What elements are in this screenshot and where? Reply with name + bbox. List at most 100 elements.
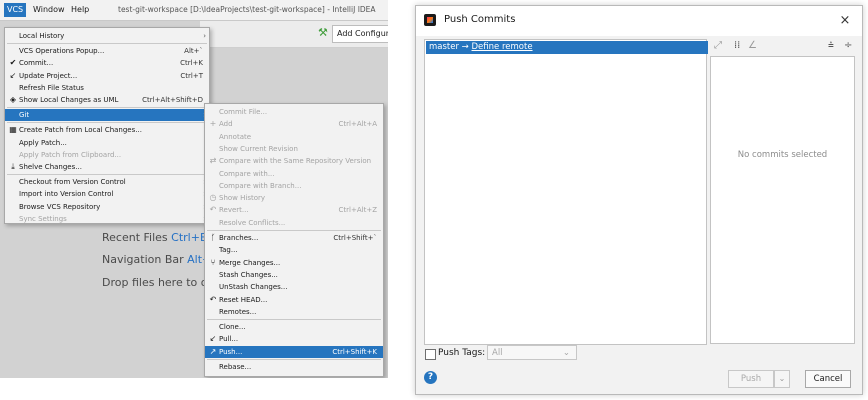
- vcs-menu-item-import-into-version-control[interactable]: Import into Version Control›: [5, 188, 209, 200]
- git-menu-item-label: Branches...: [219, 234, 259, 242]
- vcs-menu-item-apply-patch-from-clipboard[interactable]: Apply Patch from Clipboard...: [5, 149, 209, 161]
- vcs-menu-item-sync-settings[interactable]: Sync Settings›: [5, 213, 209, 225]
- git-menu-item-icon: ◷: [209, 193, 217, 203]
- git-menu-item-push[interactable]: ↗ Push... Ctrl+Shift+K: [205, 345, 383, 358]
- git-menu-item-label: Show Current Revision: [219, 144, 298, 153]
- ide-window: VCS Window Help test-git-workspace [D:\I…: [0, 0, 388, 378]
- git-menu-item-shortcut: Ctrl+Alt+Z: [338, 206, 377, 215]
- chevron-down-icon: ⌄: [562, 348, 570, 358]
- vcs-menu-item-show-local-changes-as-uml[interactable]: ◈ Show Local Changes as UML Ctrl+Alt+Shift…: [5, 94, 209, 106]
- git-menu-item-label: Push...: [219, 347, 243, 356]
- git-menu-item-clone[interactable]: Clone...: [205, 321, 383, 333]
- commit-details-panel: No commits selected: [710, 56, 855, 344]
- git-menu-item-label: Reset HEAD...: [219, 295, 268, 304]
- git-menu-item-remotes[interactable]: Remotes...: [205, 306, 383, 318]
- build-hammer-icon[interactable]: ⚒: [318, 26, 328, 39]
- menu-window[interactable]: Window: [30, 3, 68, 17]
- git-menu-item-icon: ↶: [209, 205, 217, 215]
- git-menu-item-branches[interactable]: ᚴ Branches... Ctrl+Shift+`: [205, 232, 383, 244]
- add-configuration-button[interactable]: Add Configura: [332, 25, 388, 43]
- git-menu-item-label: Show History: [219, 194, 266, 203]
- menu-separator: [7, 174, 207, 176]
- git-menu-item-pull[interactable]: ↙ Pull...: [205, 333, 383, 345]
- git-menu-item-resolve-conflicts[interactable]: Resolve Conflicts...: [205, 217, 383, 229]
- git-menu-item-label: Compare with Branch...: [219, 181, 302, 190]
- dialog-title: Push Commits: [444, 14, 516, 25]
- vcs-menu-item-label: Refresh File Status: [19, 83, 84, 92]
- git-menu-item-compare-with-the-same-repository-version[interactable]: ⇄ Compare with the Same Repository Versio…: [205, 155, 383, 167]
- push-tags-select[interactable]: All ⌄: [487, 345, 577, 360]
- vcs-menu-item-vcs-operations-popup[interactable]: VCS Operations Popup... Alt+`: [5, 45, 209, 57]
- git-submenu: Commit File... + Add Ctrl+Alt+A Annotate Show…: [204, 103, 384, 377]
- define-remote-link[interactable]: Define remote: [472, 42, 533, 52]
- vcs-menu-item-label: Commit...: [19, 59, 54, 68]
- git-menu-item-label: Revert...: [219, 206, 249, 215]
- vcs-menu-item-git[interactable]: Git›: [5, 109, 209, 122]
- menu-help[interactable]: Help: [68, 3, 92, 17]
- vcs-menu-item-label: Update Project...: [19, 71, 78, 80]
- hint-recent-files: Recent Files Ctrl+E: [102, 231, 207, 244]
- vcs-menu-item-local-history[interactable]: Local History ›: [5, 30, 209, 42]
- vcs-menu-item-icon: ◈: [9, 95, 17, 104]
- chevron-right-icon: ›: [203, 32, 206, 40]
- git-menu-item-compare-with[interactable]: Compare with...: [205, 168, 383, 180]
- vcs-menu-item-update-project[interactable]: ↙ Update Project... Ctrl+T: [5, 70, 209, 82]
- compare-icon[interactable]: ⤢: [714, 40, 722, 51]
- git-menu-item-label: Stash Changes...: [219, 270, 278, 279]
- vcs-menu-item-apply-patch[interactable]: Apply Patch...: [5, 137, 209, 149]
- vcs-menu-item-icon: ▦: [9, 125, 17, 135]
- git-menu-item-label: Merge Changes...: [219, 258, 281, 267]
- git-menu-item-reset-head[interactable]: ↶ Reset HEAD...: [205, 294, 383, 306]
- vcs-menu-item-refresh-file-status[interactable]: Refresh File Status: [5, 82, 209, 94]
- menu-vcs[interactable]: VCS: [4, 3, 27, 17]
- vcs-menu-item-create-patch-from-local-changes[interactable]: ▦ Create Patch from Local Changes...: [5, 124, 209, 136]
- git-menu-item-commit-file[interactable]: Commit File...: [205, 106, 383, 118]
- git-menu-item-label: Commit File...: [219, 108, 268, 116]
- git-menu-item-icon: ↙: [209, 334, 217, 344]
- git-menu-item-icon: ᚴ: [210, 233, 216, 242]
- push-button[interactable]: Push: [728, 370, 774, 388]
- git-menu-item-add[interactable]: + Add Ctrl+Alt+A: [205, 118, 383, 130]
- vcs-menu-item-label: Create Patch from Local Changes...: [19, 126, 142, 135]
- close-icon[interactable]: ×: [836, 12, 854, 30]
- details-toolbar: ⤢ ⁞⁞ ∠ ⩮ ÷: [712, 39, 854, 55]
- cancel-button[interactable]: Cancel: [805, 370, 851, 388]
- git-menu-item-annotate[interactable]: Annotate: [205, 131, 383, 143]
- git-menu-item-label: UnStash Changes...: [219, 283, 288, 292]
- git-menu-item-revert[interactable]: ↶ Revert... Ctrl+Alt+Z: [205, 204, 383, 216]
- git-menu-item-compare-with-branch[interactable]: Compare with Branch...: [205, 180, 383, 192]
- intellij-logo-icon: [424, 14, 436, 26]
- vcs-menu-item-commit[interactable]: ✔ Commit... Ctrl+K: [5, 57, 209, 69]
- git-menu-item-stash-changes[interactable]: Stash Changes...: [205, 269, 383, 281]
- git-menu-item-show-history[interactable]: ◷ Show History: [205, 192, 383, 204]
- vcs-menu-item-shortcut: Ctrl+Alt+Shift+D: [142, 96, 203, 104]
- git-menu-item-unstash-changes[interactable]: UnStash Changes...: [205, 281, 383, 293]
- git-menu-item-rebase[interactable]: Rebase...: [205, 361, 383, 373]
- git-menu-item-icon: ↶: [209, 294, 217, 304]
- push-tags-checkbox[interactable]: [425, 349, 436, 360]
- push-options-dropdown[interactable]: ⌄: [774, 370, 790, 388]
- git-menu-item-label: Compare with the Same Repository Version: [219, 157, 372, 166]
- git-menu-item-tag[interactable]: Tag...: [205, 244, 383, 256]
- vcs-menu-item-shelve-changes[interactable]: ⤓ Shelve Changes...: [5, 161, 209, 173]
- collapse-all-icon[interactable]: ÷: [844, 40, 852, 51]
- group-icon[interactable]: ⁞⁞: [734, 40, 740, 51]
- git-menu-item-icon: ↗: [209, 346, 217, 356]
- git-menu-item-show-current-revision[interactable]: Show Current Revision: [205, 143, 383, 155]
- commit-tree-panel: master → Define remote: [424, 39, 708, 345]
- edit-icon[interactable]: ∠: [748, 40, 757, 51]
- git-menu-item-label: Annotate: [219, 132, 252, 141]
- vcs-menu-item-browse-vcs-repository[interactable]: Browse VCS Repository›: [5, 201, 209, 213]
- git-menu-item-shortcut: Ctrl+Alt+A: [338, 120, 377, 129]
- help-icon[interactable]: ?: [424, 371, 437, 384]
- git-menu-item-shortcut: Ctrl+Shift+`: [333, 234, 377, 242]
- commit-tree-row-master[interactable]: master → Define remote: [426, 41, 708, 54]
- git-menu-item-merge-changes[interactable]: ⑂ Merge Changes...: [205, 257, 383, 269]
- vcs-menu-item-label: Apply Patch from Clipboard...: [19, 150, 122, 159]
- vcs-menu-item-label: Sync Settings: [19, 214, 67, 223]
- vcs-menu-item-shortcut: Ctrl+K: [180, 59, 203, 68]
- push-tags-label: Push Tags:: [438, 348, 486, 358]
- vcs-menu-item-label: Git: [19, 111, 30, 120]
- vcs-menu-item-checkout-from-version-control[interactable]: Checkout from Version Control›: [5, 176, 209, 188]
- expand-all-icon[interactable]: ⩮: [828, 40, 834, 51]
